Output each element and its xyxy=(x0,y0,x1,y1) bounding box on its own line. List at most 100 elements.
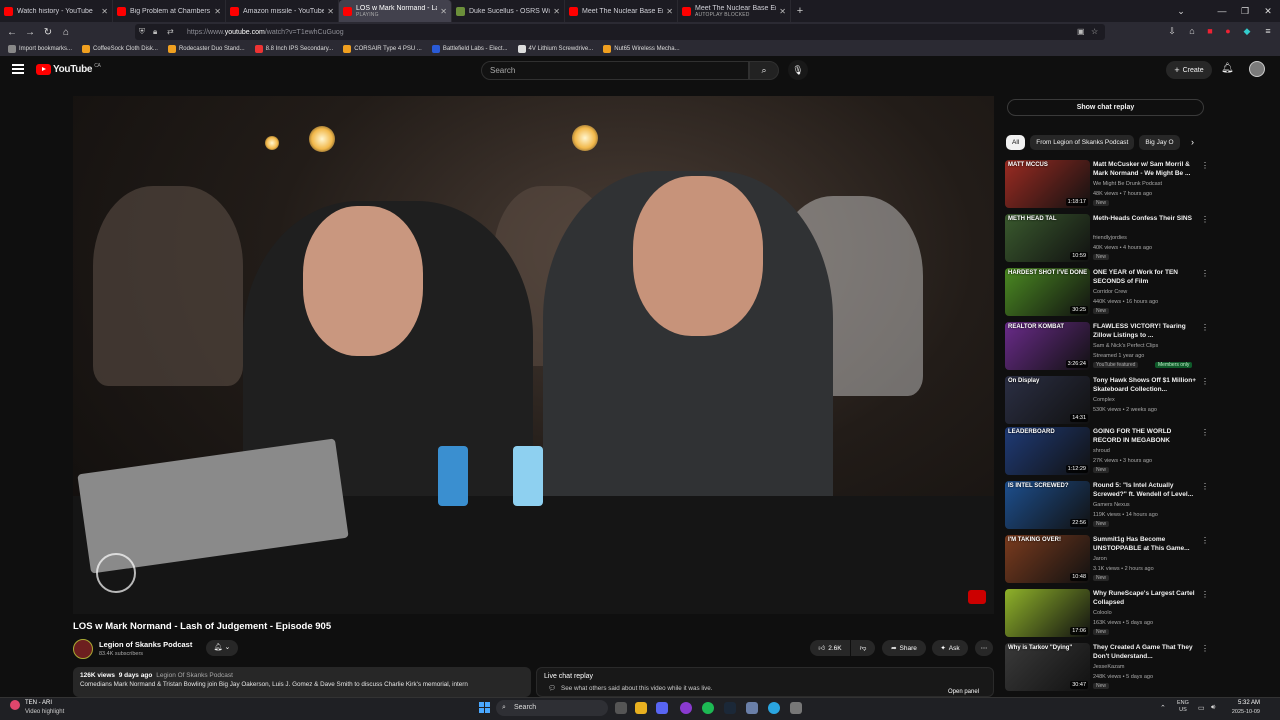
close-tab-icon[interactable]: ✕ xyxy=(553,7,560,16)
browser-icon[interactable] xyxy=(768,702,780,714)
video-title[interactable]: ONE YEAR of Work for TEN SECONDS of Film xyxy=(1093,268,1199,286)
subscribed-bell-button[interactable]: 🔔︎ ⌄ xyxy=(206,640,238,656)
voice-search-button[interactable]: 🎙︎ xyxy=(788,60,808,80)
more-vertical-icon[interactable]: ⋮ xyxy=(1201,482,1209,491)
like-button[interactable]: 👍︎ 2.6K xyxy=(810,640,850,656)
reload-icon[interactable]: ↻ xyxy=(39,27,57,38)
bookmark-item[interactable]: Battlefield Labs - Elect... xyxy=(431,45,508,53)
windows-start-icon[interactable] xyxy=(479,702,490,713)
app-purple-icon[interactable] xyxy=(680,702,692,714)
tab-nuclear-base-2[interactable]: Meet The Nuclear Base EmployeesAUTOPLAY … xyxy=(678,0,791,22)
recommendation-card[interactable]: On Display 14:31 Tony Hawk Shows Off $1 Mi… xyxy=(1005,376,1209,426)
channel-name[interactable]: We Might Be Drunk Podcast xyxy=(1093,181,1162,187)
tab-nuclear-base-1[interactable]: Meet The Nuclear Base Employees✕ xyxy=(565,0,678,22)
video-thumbnail[interactable]: IS INTEL SCREWED? 22:56 xyxy=(1005,481,1090,529)
video-thumbnail[interactable]: LEADERBOARD 1:12:29 xyxy=(1005,427,1090,475)
more-vertical-icon[interactable]: ⋮ xyxy=(1201,377,1209,386)
channel-name[interactable]: Jaron xyxy=(1093,556,1107,562)
widget-title[interactable]: TEN - ARI xyxy=(25,700,52,706)
channel-name[interactable]: Sam & Nick's Perfect Clips xyxy=(1093,343,1158,349)
recommendation-card[interactable]: HARDEST SHOT I'VE DONE 30:25 ONE YEAR of W… xyxy=(1005,268,1209,318)
close-tab-icon[interactable]: ✕ xyxy=(101,7,108,16)
chip-all[interactable]: All xyxy=(1006,135,1026,150)
channel-name[interactable]: Legion of Skanks Podcast xyxy=(99,640,192,649)
bookmark-item[interactable]: 8.8 Inch IPS Secondary... xyxy=(254,45,333,53)
more-vertical-icon[interactable]: ⋮ xyxy=(1201,269,1209,278)
more-vertical-icon[interactable]: ⋮ xyxy=(1201,215,1209,224)
show-chat-replay-button[interactable]: Show chat replay xyxy=(1007,99,1204,116)
search-button[interactable]: ⌕ xyxy=(749,61,779,80)
more-vertical-icon[interactable]: ⋮ xyxy=(1201,323,1209,332)
video-thumbnail[interactable]: METH HEAD TAL 10:59 xyxy=(1005,214,1090,262)
video-title[interactable]: Tony Hawk Shows Off $1 Million+ Skateboa… xyxy=(1093,376,1199,394)
maximize-button[interactable]: ❐ xyxy=(1234,0,1256,22)
open-panel-link[interactable]: Open panel xyxy=(948,689,979,695)
share-button[interactable]: ➦ Share xyxy=(882,640,926,656)
channel-name[interactable]: Gamers Nexus xyxy=(1093,502,1130,508)
ask-button[interactable]: ✦ Ask xyxy=(932,640,968,656)
recommendation-card[interactable]: METH HEAD TAL 10:59 Meth-Heads Confess The… xyxy=(1005,214,1209,264)
more-vertical-icon[interactable]: ⋮ xyxy=(1201,161,1209,170)
app-misc-icon[interactable] xyxy=(790,702,802,714)
address-bar[interactable]: ⛨ 🔒︎ ⇄ https://www. youtube.com/watch?v=T… xyxy=(135,24,1105,40)
video-thumbnail[interactable]: MATT MCCUS 1:18:17 xyxy=(1005,160,1090,208)
dislike-button[interactable]: 👎︎ xyxy=(851,640,875,656)
account-avatar[interactable] xyxy=(1249,61,1265,77)
more-vertical-icon[interactable]: ⋮ xyxy=(1201,428,1209,437)
extension-youtube-icon[interactable]: ● xyxy=(1222,26,1234,36)
monitor-icon[interactable]: ▭ xyxy=(1198,704,1205,712)
video-thumbnail[interactable]: 17:06 xyxy=(1005,589,1090,637)
description-box[interactable]: 126K views 9 days ago Legion Of Skanks Po… xyxy=(73,667,531,697)
video-title[interactable]: GOING FOR THE WORLD RECORD IN MEGABONK xyxy=(1093,427,1199,445)
bookmark-item[interactable]: 4V Lithium Screwdrive... xyxy=(517,45,593,53)
bookmark-item[interactable]: Nut65 Wireless Mecha... xyxy=(603,45,680,53)
search-input[interactable]: Search xyxy=(481,61,749,80)
discord-icon[interactable] xyxy=(656,702,668,714)
recommendation-card[interactable]: IS INTEL SCREWED? 22:56 Round 5: "Is Intel… xyxy=(1005,481,1209,531)
tray-chevron-icon[interactable]: ⌃ xyxy=(1160,704,1166,712)
tab-duke-sucellus[interactable]: Duke Sucellus - OSRS Wiki ✕ xyxy=(452,0,565,22)
video-title[interactable]: They Created A Game That They Don't Unde… xyxy=(1093,643,1199,661)
recommendation-card[interactable]: I'M TAKING OVER! 10:48 Summit1g Has Become… xyxy=(1005,535,1209,585)
translate-icon[interactable]: ▣ xyxy=(1077,27,1085,36)
channel-name[interactable]: shroud xyxy=(1093,448,1110,454)
close-tab-icon[interactable]: ✕ xyxy=(214,7,221,16)
video-title[interactable]: Matt McCusker w/ Sam Morril & Mark Norma… xyxy=(1093,160,1199,178)
video-title[interactable]: Meth-Heads Confess Their SINS xyxy=(1093,214,1199,223)
video-title[interactable]: Summit1g Has Become UNSTOPPABLE at This … xyxy=(1093,535,1199,553)
channel-name[interactable]: Corridor Crew xyxy=(1093,289,1127,295)
tab-watch-history[interactable]: Watch history - YouTube ✕ xyxy=(0,0,113,22)
minimize-button[interactable]: — xyxy=(1211,0,1233,22)
channel-name[interactable]: friendlyjordies xyxy=(1093,235,1127,241)
bookmark-item[interactable]: Rodecaster Duo Stand... xyxy=(167,45,245,53)
widget-subtitle[interactable]: Video highlight xyxy=(25,709,64,715)
channel-watermark[interactable] xyxy=(96,553,136,593)
youtube-logo[interactable]: YouTube CA xyxy=(36,63,101,75)
taskbar-search[interactable]: ⌕ Search xyxy=(496,700,608,716)
video-thumbnail[interactable]: REALTOR KOMBAT 3:26:24 xyxy=(1005,322,1090,370)
extensions-icon[interactable]: ⌂ xyxy=(1186,26,1198,36)
chevron-right-icon[interactable]: › xyxy=(1191,137,1194,147)
video-thumbnail[interactable]: HARDEST SHOT I'VE DONE 30:25 xyxy=(1005,268,1090,316)
app-tool-icon[interactable] xyxy=(746,702,758,714)
tab-amazon-missile[interactable]: Amazon missile - YouTube ✕ xyxy=(226,0,339,22)
forward-icon[interactable]: → xyxy=(21,27,39,38)
tab-list-chevron-icon[interactable]: ⌄ xyxy=(1170,0,1192,22)
bookmark-star-icon[interactable]: ☆ xyxy=(1091,27,1098,36)
video-title[interactable]: Round 5: "Is Intel Actually Screwed?" ft… xyxy=(1093,481,1199,499)
more-vertical-icon[interactable]: ⋮ xyxy=(1201,536,1209,545)
back-icon[interactable]: ← xyxy=(3,27,21,38)
video-thumbnail[interactable]: I'M TAKING OVER! 10:48 xyxy=(1005,535,1090,583)
widget-icon[interactable] xyxy=(10,700,20,710)
app-menu-icon[interactable]: ≡ xyxy=(1262,26,1274,36)
close-tab-icon[interactable]: ✕ xyxy=(666,7,673,16)
bookmark-item[interactable]: CoffeeSock Cloth Disk... xyxy=(82,45,158,53)
notifications-bell-icon[interactable]: 🔔︎ xyxy=(1221,63,1234,74)
video-title[interactable]: Why RuneScape's Largest Cartel Collapsed xyxy=(1093,589,1199,607)
chip-big-jay[interactable]: Big Jay O xyxy=(1139,135,1180,150)
new-tab-button[interactable]: + xyxy=(791,5,809,17)
channel-name[interactable]: Coloolo xyxy=(1093,610,1112,616)
hamburger-menu-icon[interactable] xyxy=(12,64,24,74)
spotify-icon[interactable] xyxy=(702,702,714,714)
video-player[interactable] xyxy=(73,96,994,614)
